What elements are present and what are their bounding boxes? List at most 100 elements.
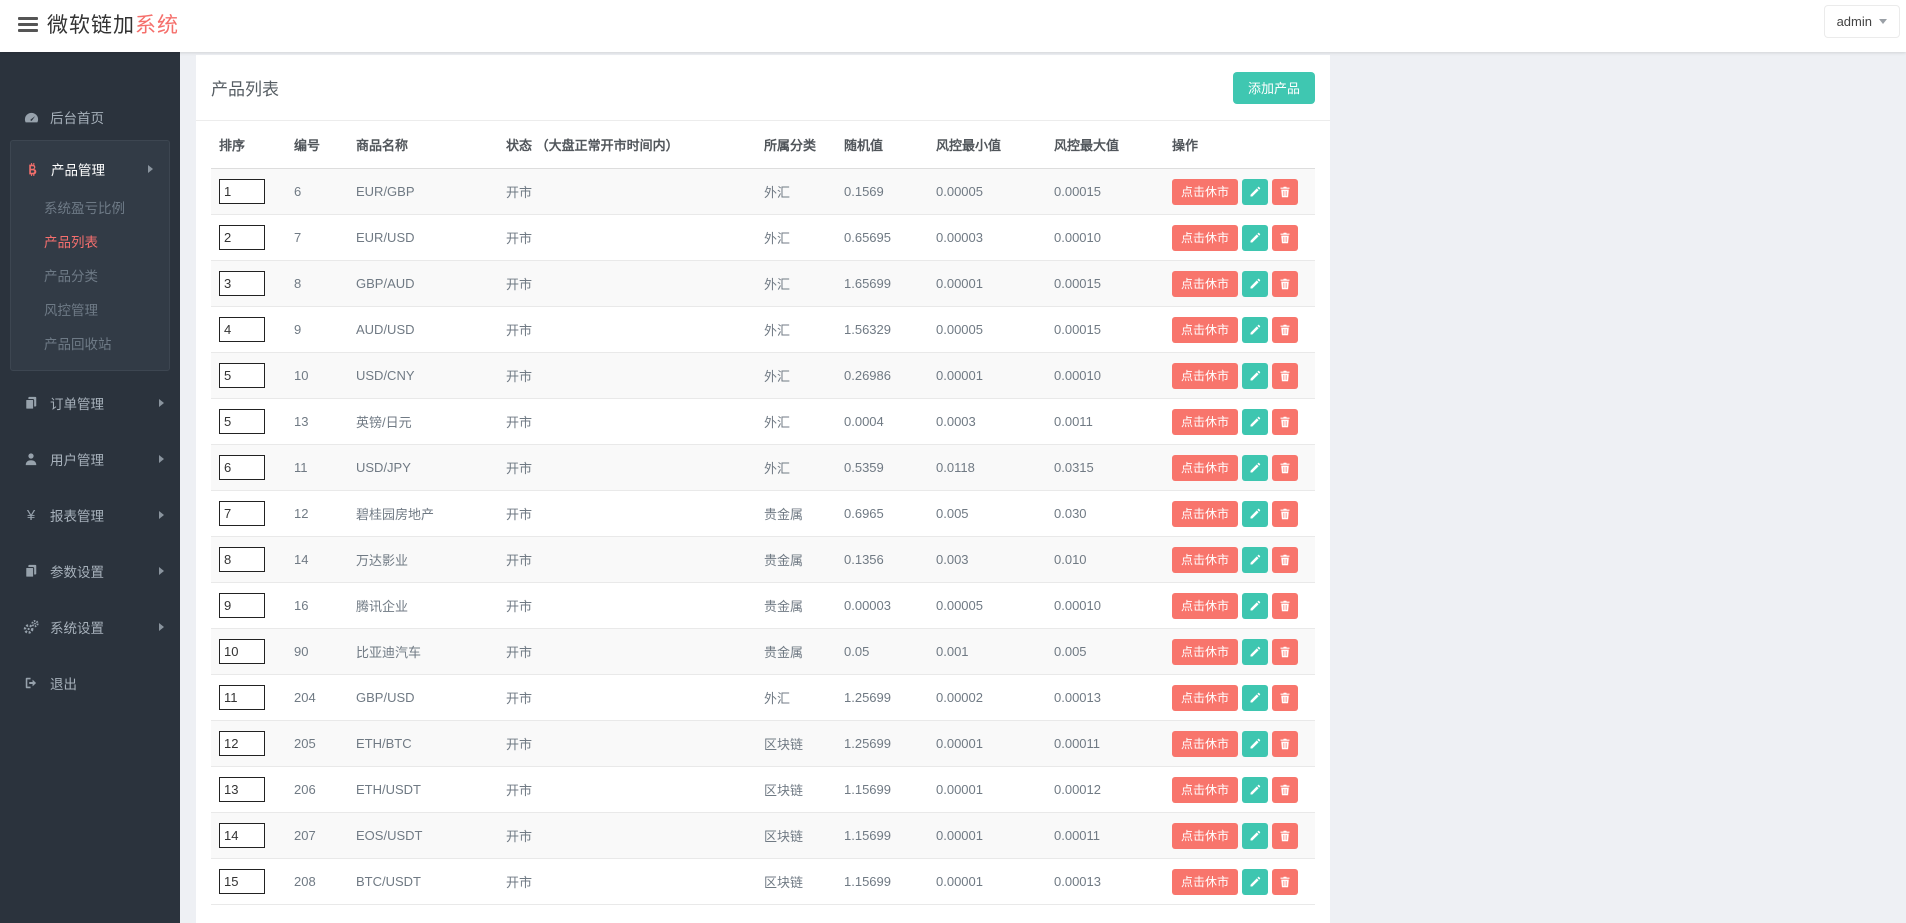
delete-button[interactable] bbox=[1272, 730, 1299, 757]
suspend-button[interactable]: 点击休市 bbox=[1172, 362, 1239, 389]
edit-button[interactable] bbox=[1242, 408, 1269, 435]
edit-button[interactable] bbox=[1242, 638, 1269, 665]
sidebar-subitem-product-recycle[interactable]: 产品回收站 bbox=[11, 328, 169, 362]
sidebar-item-product-management[interactable]: 产品管理 bbox=[11, 146, 169, 192]
edit-button[interactable] bbox=[1242, 822, 1269, 849]
add-product-button[interactable]: 添加产品 bbox=[1232, 71, 1315, 104]
delete-button[interactable] bbox=[1272, 224, 1299, 251]
sidebar-item-reports[interactable]: ¥ 报表管理 bbox=[0, 492, 180, 538]
delete-button[interactable] bbox=[1272, 408, 1299, 435]
delete-button[interactable] bbox=[1272, 822, 1299, 849]
sort-input[interactable] bbox=[219, 823, 265, 848]
delete-button[interactable] bbox=[1272, 362, 1299, 389]
sort-input[interactable] bbox=[219, 363, 265, 388]
chevron-right-icon bbox=[159, 455, 164, 463]
delete-button[interactable] bbox=[1272, 638, 1299, 665]
suspend-button[interactable]: 点击休市 bbox=[1172, 224, 1239, 251]
col-status: 状态 （大盘正常开市时间内） bbox=[498, 121, 756, 169]
suspend-button[interactable]: 点击休市 bbox=[1172, 730, 1239, 757]
edit-button[interactable] bbox=[1242, 868, 1269, 895]
sidebar-subitem-product-category[interactable]: 产品分类 bbox=[11, 260, 169, 294]
suspend-button[interactable]: 点击休市 bbox=[1172, 822, 1239, 849]
suspend-button[interactable]: 点击休市 bbox=[1172, 408, 1239, 435]
sidebar-subitem-risk-control[interactable]: 风控管理 bbox=[11, 294, 169, 328]
sort-input[interactable] bbox=[219, 593, 265, 618]
sort-input[interactable] bbox=[219, 639, 265, 664]
sort-input[interactable] bbox=[219, 731, 265, 756]
edit-button[interactable] bbox=[1242, 730, 1269, 757]
delete-button[interactable] bbox=[1272, 454, 1299, 481]
suspend-button[interactable]: 点击休市 bbox=[1172, 270, 1239, 297]
table-row: 12 碧桂园房地产 开市 贵金属 0.6965 0.005 0.030 点击休市 bbox=[211, 490, 1315, 537]
menu-toggle-button[interactable] bbox=[18, 17, 38, 35]
edit-button[interactable] bbox=[1242, 224, 1269, 251]
delete-button[interactable] bbox=[1272, 316, 1299, 343]
sort-input[interactable] bbox=[219, 409, 265, 434]
sidebar-item-params[interactable]: 参数设置 bbox=[0, 548, 180, 594]
suspend-button[interactable]: 点击休市 bbox=[1172, 500, 1239, 527]
risk-min-value: 0.0118 bbox=[928, 444, 1046, 491]
edit-button[interactable] bbox=[1242, 362, 1269, 389]
suspend-button[interactable]: 点击休市 bbox=[1172, 638, 1239, 665]
delete-button[interactable] bbox=[1272, 592, 1299, 619]
sort-input[interactable] bbox=[219, 455, 265, 480]
edit-button[interactable] bbox=[1242, 270, 1269, 297]
random-value: 0.1569 bbox=[836, 168, 928, 215]
suspend-button[interactable]: 点击休市 bbox=[1172, 684, 1239, 711]
suspend-button[interactable]: 点击休市 bbox=[1172, 316, 1239, 343]
delete-button[interactable] bbox=[1272, 546, 1299, 573]
sort-input[interactable] bbox=[219, 179, 265, 204]
risk-min-value: 0.00002 bbox=[928, 674, 1046, 721]
sort-input[interactable] bbox=[219, 271, 265, 296]
table-row: 16 腾讯企业 开市 贵金属 0.00003 0.00005 0.00010 点… bbox=[211, 582, 1315, 629]
product-name: 比亚迪汽车 bbox=[348, 628, 498, 675]
edit-button[interactable] bbox=[1242, 546, 1269, 573]
delete-button[interactable] bbox=[1272, 868, 1299, 895]
delete-button[interactable] bbox=[1272, 500, 1299, 527]
delete-button[interactable] bbox=[1272, 178, 1299, 205]
product-name: EUR/USD bbox=[348, 214, 498, 261]
risk-max-value: 0.0315 bbox=[1046, 444, 1164, 491]
sort-input[interactable] bbox=[219, 317, 265, 342]
sort-input[interactable] bbox=[219, 501, 265, 526]
col-name: 商品名称 bbox=[348, 121, 498, 169]
edit-button[interactable] bbox=[1242, 500, 1269, 527]
sidebar-item-orders[interactable]: 订单管理 bbox=[0, 380, 180, 426]
sidebar-subitem-profit-ratio[interactable]: 系统盈亏比例 bbox=[11, 192, 169, 226]
product-category: 外汇 bbox=[756, 260, 836, 307]
sidebar-item-dashboard[interactable]: 后台首页 bbox=[0, 94, 180, 140]
sort-input[interactable] bbox=[219, 225, 265, 250]
product-id: 16 bbox=[286, 582, 348, 629]
suspend-button[interactable]: 点击休市 bbox=[1172, 454, 1239, 481]
suspend-button[interactable]: 点击休市 bbox=[1172, 546, 1239, 573]
table-row: 14 万达影业 开市 贵金属 0.1356 0.003 0.010 点击休市 bbox=[211, 536, 1315, 583]
edit-button[interactable] bbox=[1242, 684, 1269, 711]
product-status: 开市 bbox=[498, 490, 756, 537]
edit-button[interactable] bbox=[1242, 776, 1269, 803]
delete-button[interactable] bbox=[1272, 684, 1299, 711]
pencil-icon bbox=[1249, 830, 1261, 842]
sort-input[interactable] bbox=[219, 547, 265, 572]
suspend-button[interactable]: 点击休市 bbox=[1172, 868, 1239, 895]
pencil-icon bbox=[1249, 232, 1261, 244]
caret-down-icon bbox=[1879, 19, 1887, 24]
sidebar-item-logout[interactable]: 退出 bbox=[0, 660, 180, 706]
edit-button[interactable] bbox=[1242, 592, 1269, 619]
sort-input[interactable] bbox=[219, 685, 265, 710]
product-name: GBP/USD bbox=[348, 674, 498, 721]
sidebar-item-system[interactable]: 系统设置 bbox=[0, 604, 180, 650]
sidebar-subitem-product-list[interactable]: 产品列表 bbox=[11, 226, 169, 260]
sort-input[interactable] bbox=[219, 869, 265, 894]
suspend-button[interactable]: 点击休市 bbox=[1172, 776, 1239, 803]
sort-input[interactable] bbox=[219, 777, 265, 802]
edit-button[interactable] bbox=[1242, 454, 1269, 481]
suspend-button[interactable]: 点击休市 bbox=[1172, 592, 1239, 619]
edit-button[interactable] bbox=[1242, 178, 1269, 205]
suspend-button[interactable]: 点击休市 bbox=[1172, 178, 1239, 205]
admin-dropdown[interactable]: admin bbox=[1823, 5, 1900, 38]
delete-button[interactable] bbox=[1272, 776, 1299, 803]
sidebar-item-users[interactable]: 用户管理 bbox=[0, 436, 180, 482]
edit-button[interactable] bbox=[1242, 316, 1269, 343]
risk-min-value: 0.003 bbox=[928, 536, 1046, 583]
delete-button[interactable] bbox=[1272, 270, 1299, 297]
